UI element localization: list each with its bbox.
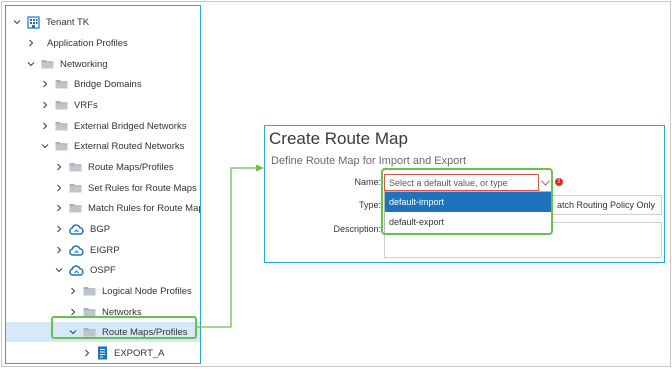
tree-item-label: Application Profiles	[47, 37, 128, 49]
chevron-right-icon[interactable]	[54, 203, 64, 213]
create-route-map-dialog: Create Route Map Define Route Map for Im…	[264, 125, 665, 263]
cloud-icon	[69, 264, 84, 276]
tree-item-bridge-domains[interactable]: Bridge Domains	[6, 74, 200, 94]
navigation-tree: Tenant TK Application Profiles Networkin…	[5, 5, 201, 364]
chevron-right-icon[interactable]	[54, 162, 64, 172]
type-label: Type:	[358, 200, 381, 210]
tree-item-label: EIGRP	[90, 244, 120, 256]
tree-item-label: OSPF	[90, 264, 116, 276]
tree-item-label: Tenant TK	[46, 16, 90, 28]
tree-item-ospf-route-maps-profiles[interactable]: Route Maps/Profiles	[6, 322, 200, 342]
chevron-right-icon[interactable]	[54, 224, 64, 234]
chevron-down-icon[interactable]	[12, 17, 22, 27]
chevron-down-icon[interactable]	[26, 59, 36, 69]
tree-item-label: Match Rules for Route Maps	[88, 202, 201, 214]
chevron-down-icon[interactable]	[536, 174, 555, 191]
tree-item-label: Logical Node Profiles	[102, 285, 192, 297]
folder-icon	[55, 79, 68, 89]
chevron-right-icon[interactable]	[40, 100, 50, 110]
tree-item-bgp[interactable]: BGP	[6, 219, 200, 239]
description-label: Description:	[333, 224, 381, 234]
tree-item-label: External Routed Networks	[74, 140, 185, 152]
name-dropdown-list: default-import default-export	[384, 191, 552, 234]
chevron-down-icon[interactable]	[40, 141, 50, 151]
tree-item-label: Networks	[102, 306, 142, 318]
tree-item-label: Route Maps/Profiles	[102, 326, 188, 338]
dropdown-option-default-import[interactable]: default-import	[385, 192, 551, 212]
folder-icon	[83, 307, 96, 317]
name-placeholder: Select a default value, or type	[389, 177, 508, 188]
chevron-down-icon[interactable]	[68, 327, 78, 337]
tree-item-external-bridged-networks[interactable]: External Bridged Networks	[6, 116, 200, 136]
tree-item-label: Bridge Domains	[74, 78, 142, 90]
tree-item-label: Set Rules for Route Maps	[88, 182, 197, 194]
tree-item-export-a[interactable]: EXPORT_A	[6, 343, 200, 363]
dialog-subtitle: Define Route Map for Import and Export	[271, 155, 467, 167]
tree-item-label: External Bridged Networks	[74, 120, 187, 132]
folder-icon	[69, 183, 82, 193]
tree-item-eigrp[interactable]: EIGRP	[6, 240, 200, 260]
tree-item-vrfs[interactable]: VRFs	[6, 95, 200, 115]
tree-item-label: BGP	[90, 223, 111, 235]
dialog-title: Create Route Map	[269, 129, 408, 148]
document-icon	[97, 346, 108, 360]
tree-item-label: VRFs	[74, 99, 98, 111]
tree-item-route-maps-profiles[interactable]: Route Maps/Profiles	[6, 157, 200, 177]
cloud-icon	[69, 244, 84, 256]
dropdown-option-default-export[interactable]: default-export	[385, 212, 551, 232]
chevron-right-icon[interactable]	[82, 348, 92, 358]
folder-icon	[55, 100, 68, 110]
tree-item-label: Route Maps/Profiles	[88, 161, 174, 173]
tree-item-match-rules[interactable]: Match Rules for Route Maps	[6, 198, 200, 218]
chevron-right-icon[interactable]	[54, 183, 64, 193]
required-warning-icon: !	[555, 178, 563, 186]
chevron-down-icon[interactable]	[54, 265, 64, 275]
folder-icon	[69, 162, 82, 172]
tree-item-networking[interactable]: Networking	[6, 54, 200, 74]
chevron-right-icon[interactable]	[40, 79, 50, 89]
tree-item-tenant[interactable]: Tenant TK	[6, 12, 200, 32]
folder-icon	[55, 121, 68, 131]
chevron-right-icon[interactable]	[68, 286, 78, 296]
name-label: Name:	[354, 177, 381, 187]
tenant-icon	[27, 15, 40, 29]
tree-item-label: EXPORT_A	[114, 347, 165, 359]
chevron-right-icon[interactable]	[40, 121, 50, 131]
tree-item-label: Networking	[60, 58, 108, 70]
chevron-right-icon[interactable]	[54, 245, 64, 255]
folder-icon	[69, 203, 82, 213]
type-selector[interactable]: atch Routing Policy Only	[552, 195, 662, 215]
folder-icon	[41, 59, 54, 69]
tree-item-logical-node-profiles[interactable]: Logical Node Profiles	[6, 281, 200, 301]
name-combobox[interactable]: Select a default value, or type	[384, 174, 539, 191]
tree-item-set-rules[interactable]: Set Rules for Route Maps	[6, 178, 200, 198]
tree-item-application-profiles[interactable]: Application Profiles	[6, 33, 200, 53]
chevron-right-icon[interactable]	[26, 38, 36, 48]
tree-item-networks[interactable]: Networks	[6, 302, 200, 322]
folder-icon	[83, 327, 96, 337]
chevron-right-icon[interactable]	[68, 307, 78, 317]
folder-icon	[55, 141, 68, 151]
folder-icon	[83, 286, 96, 296]
cloud-icon	[69, 223, 84, 235]
tree-item-external-routed-networks[interactable]: External Routed Networks	[6, 136, 200, 156]
tree-item-ospf[interactable]: OSPF	[6, 260, 200, 280]
